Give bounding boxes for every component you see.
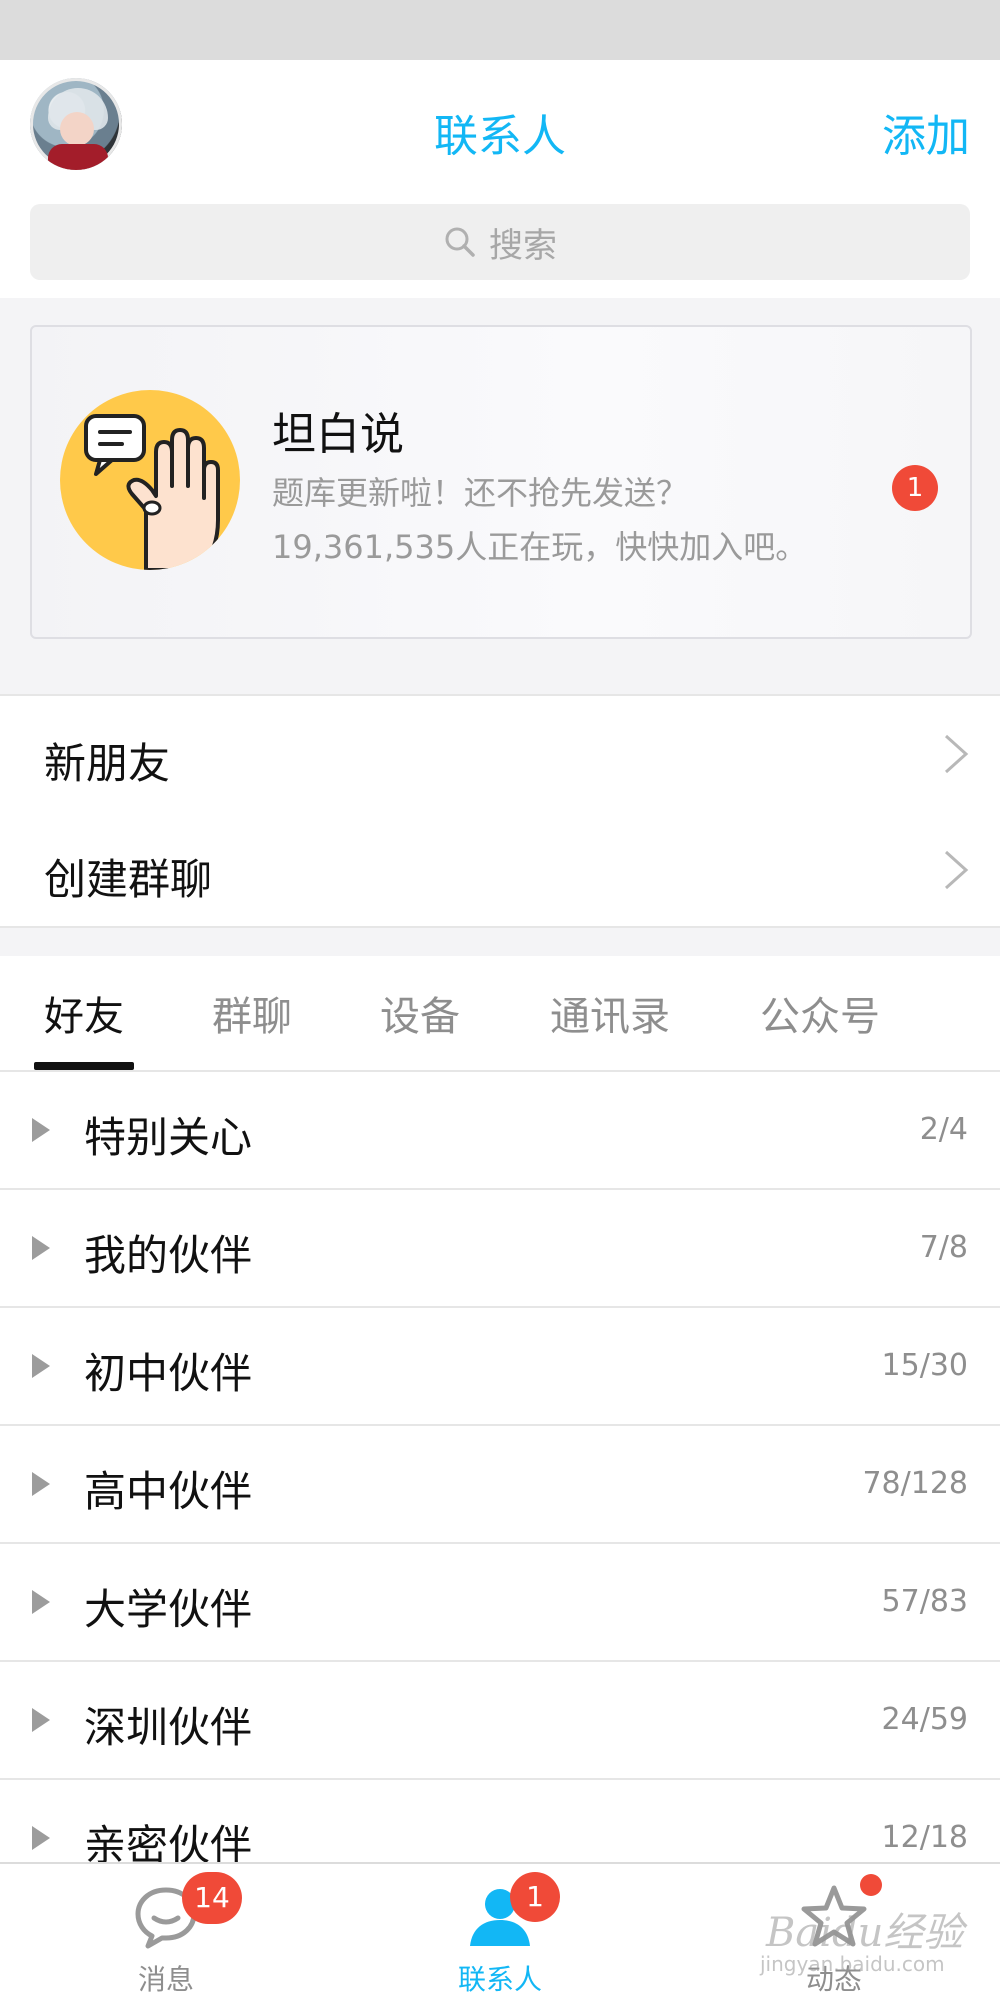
search-placeholder: 搜索: [489, 225, 557, 266]
group-online-count: 15/30: [881, 1348, 968, 1383]
promo-player-count: 19,361,535人正在玩，快快加入吧。: [272, 528, 808, 566]
new-friends-row[interactable]: 新朋友: [0, 694, 1000, 814]
baidu-watermark: Baidu经验: [766, 1910, 964, 1956]
tabbar-messages-label: 消息: [137, 1963, 194, 1996]
group-name: 初中伙伴: [84, 1349, 253, 1398]
group-online-count: 2/4: [919, 1112, 968, 1147]
group-online-count: 24/59: [881, 1702, 968, 1737]
chevron-right-icon: [944, 734, 969, 774]
expand-triangle-icon: [32, 1236, 50, 1260]
expand-triangle-icon: [32, 1708, 50, 1732]
header: 联系人 添加: [0, 60, 1000, 200]
expand-triangle-icon: [32, 1354, 50, 1378]
group-online-count: 7/8: [919, 1230, 968, 1265]
page-title: 联系人: [434, 111, 566, 162]
section-divider: [0, 926, 1000, 958]
new-friends-label: 新朋友: [44, 739, 171, 788]
search-bar[interactable]: 搜索: [30, 204, 970, 280]
friend-group-row[interactable]: 高中伙伴 78/128: [0, 1426, 1000, 1544]
group-name: 我的伙伴: [84, 1231, 253, 1280]
contact-tabs: 好友 群聊 设备 通讯录 公众号: [0, 956, 1000, 1072]
tab-friends[interactable]: 好友: [44, 984, 124, 1042]
expand-triangle-icon: [32, 1826, 50, 1850]
promo-subtitle: 题库更新啦！还不抢先发送？: [272, 474, 689, 512]
group-name: 大学伙伴: [84, 1585, 253, 1634]
tab-groups[interactable]: 群聊: [212, 984, 292, 1042]
group-name: 高中伙伴: [84, 1467, 253, 1516]
contacts-unread-badge: 1: [510, 1872, 560, 1922]
expand-triangle-icon: [32, 1118, 50, 1142]
status-bar: [0, 0, 1000, 60]
tab-address-book[interactable]: 通讯录: [550, 984, 670, 1042]
expand-triangle-icon: [32, 1472, 50, 1496]
group-name: 特别关心: [84, 1113, 253, 1162]
active-tab-indicator: [34, 1062, 134, 1070]
messages-unread-badge: 14: [182, 1872, 242, 1924]
group-name: 深圳伙伴: [84, 1703, 253, 1752]
moments-new-dot: [860, 1874, 882, 1896]
expand-triangle-icon: [32, 1590, 50, 1614]
friend-group-row[interactable]: 大学伙伴 57/83: [0, 1544, 1000, 1662]
promo-unread-badge: 1: [892, 465, 938, 511]
tabbar-contacts-label: 联系人: [457, 1963, 542, 1996]
promo-title: 坦白说: [272, 409, 404, 460]
create-group-row[interactable]: 创建群聊: [0, 812, 1000, 930]
search-icon: [445, 227, 475, 257]
chevron-right-icon: [944, 850, 969, 890]
tabbar-contacts[interactable]: 联系人 1: [400, 1864, 600, 2002]
friend-group-row[interactable]: 初中伙伴 15/30: [0, 1308, 1000, 1426]
tabbar-messages[interactable]: 消息 14: [66, 1864, 266, 2002]
tab-devices[interactable]: 设备: [380, 984, 460, 1042]
friend-group-row[interactable]: 特别关心 2/4: [0, 1072, 1000, 1190]
tab-official-accounts[interactable]: 公众号: [760, 984, 880, 1042]
group-online-count: 57/83: [881, 1584, 968, 1619]
add-button[interactable]: 添加: [882, 100, 970, 164]
friend-group-row[interactable]: 深圳伙伴 24/59: [0, 1662, 1000, 1780]
group-online-count: 78/128: [862, 1466, 968, 1501]
friend-group-row[interactable]: 我的伙伴 7/8: [0, 1190, 1000, 1308]
create-group-label: 创建群聊: [44, 855, 213, 904]
confession-hand-icon: [60, 390, 240, 570]
baidu-watermark-url: jingyan.baidu.com: [760, 1952, 945, 1976]
group-online-count: 12/18: [881, 1820, 968, 1855]
